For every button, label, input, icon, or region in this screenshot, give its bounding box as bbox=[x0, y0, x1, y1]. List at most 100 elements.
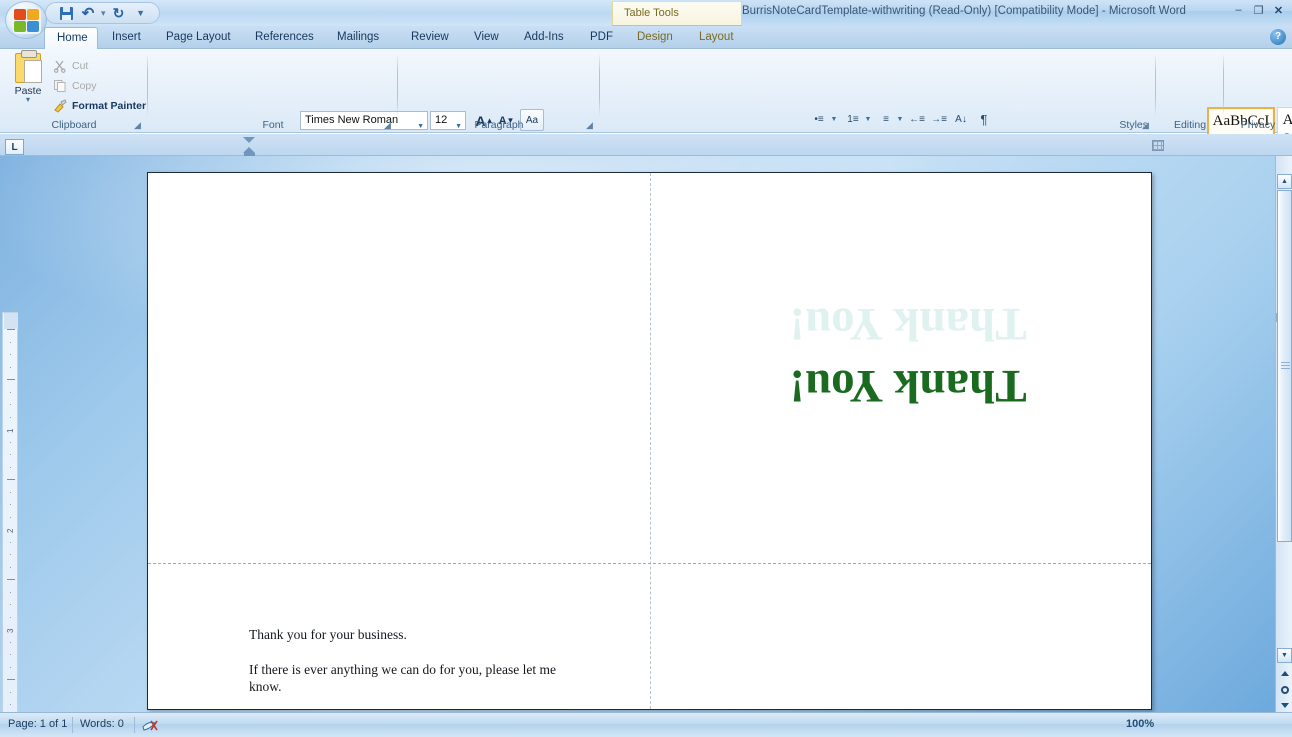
ribbon-group-editing: Find ▾ abac Replace Select ▾ Editing bbox=[1156, 49, 1224, 133]
vruler-dot bbox=[10, 654, 11, 655]
vruler-tick bbox=[7, 579, 15, 580]
clipboard-dialog-launcher[interactable]: ◢ bbox=[134, 120, 145, 131]
format-painter-button[interactable]: Format Painter bbox=[50, 97, 146, 114]
thank-you-heading[interactable]: Thank You! bbox=[708, 359, 1108, 413]
copy-button[interactable]: Copy bbox=[50, 77, 97, 94]
ribbon: Paste ▾ Cut Copy Format Painter Clipboar… bbox=[0, 49, 1292, 157]
restore-button[interactable]: ❐ bbox=[1250, 3, 1267, 17]
window-title: BurrisNoteCardTemplate-withwriting (Read… bbox=[742, 5, 1186, 17]
previous-page-button[interactable] bbox=[1277, 666, 1292, 681]
vruler-dot bbox=[10, 604, 11, 605]
tab-design[interactable]: Design bbox=[625, 26, 685, 49]
copy-icon bbox=[53, 79, 67, 93]
vruler-dot bbox=[10, 516, 11, 518]
undo-icon[interactable]: ↶ bbox=[78, 4, 98, 22]
scissors-icon bbox=[53, 59, 67, 73]
vertical-ruler[interactable]: 12345 bbox=[2, 312, 18, 737]
vruler-dot bbox=[10, 554, 11, 555]
font-dialog-launcher[interactable]: ◢ bbox=[384, 120, 395, 131]
vruler-dot bbox=[10, 366, 11, 368]
select-browse-object-button[interactable] bbox=[1277, 682, 1292, 697]
save-icon[interactable] bbox=[56, 4, 76, 22]
word-application-window: Table Tools BurrisNoteCardTemplate-withw… bbox=[0, 0, 1292, 737]
vruler-number: 2 bbox=[6, 528, 15, 533]
clipboard-icon bbox=[15, 50, 42, 83]
vruler-tick bbox=[7, 379, 15, 380]
vruler-dot bbox=[10, 491, 11, 493]
styles-dialog-launcher[interactable]: ◢ bbox=[1142, 120, 1153, 131]
office-button[interactable] bbox=[5, 1, 47, 39]
table-gridline-vertical bbox=[650, 173, 651, 709]
vruler-tick bbox=[7, 479, 15, 480]
table-gridlines-icon[interactable] bbox=[1152, 140, 1164, 151]
vruler-dot bbox=[10, 691, 11, 693]
next-page-button[interactable] bbox=[1277, 698, 1292, 713]
vruler-tick bbox=[7, 329, 15, 330]
format-painter-label: Format Painter bbox=[72, 99, 147, 112]
message-paragraph-2: If there is ever anything we can do for … bbox=[249, 662, 557, 694]
tab-pdf[interactable]: PDF bbox=[578, 26, 625, 49]
vruler-number: 3 bbox=[6, 628, 15, 633]
vruler-dot bbox=[10, 354, 11, 355]
proofing-errors-icon[interactable] bbox=[141, 718, 159, 734]
vruler-dot bbox=[10, 391, 11, 393]
vruler-dot bbox=[10, 541, 11, 543]
tab-insert[interactable]: Insert bbox=[100, 26, 153, 49]
page-indicator[interactable]: Page: 1 of 1 bbox=[8, 718, 67, 730]
word-count[interactable]: Words: 0 bbox=[80, 718, 124, 730]
vruler-dot bbox=[10, 666, 11, 668]
vruler-top-margin bbox=[4, 313, 18, 329]
vruler-dot bbox=[10, 441, 11, 443]
scroll-down-button[interactable]: ▼ bbox=[1277, 648, 1292, 663]
minimize-button[interactable]: – bbox=[1230, 3, 1247, 17]
contextual-tab-label: Table Tools bbox=[624, 7, 679, 19]
vruler-dot bbox=[10, 566, 11, 568]
scrollbar-thumb[interactable] bbox=[1277, 190, 1292, 542]
vruler-dot bbox=[10, 341, 11, 343]
customize-qat-icon[interactable]: ▼ bbox=[131, 4, 151, 22]
zoom-level[interactable]: 100% bbox=[1126, 718, 1154, 730]
vruler-dot bbox=[10, 466, 11, 468]
editing-group-label: Editing bbox=[1173, 119, 1207, 131]
message-block[interactable]: Thank you for your business. If there is… bbox=[249, 626, 579, 695]
close-button[interactable]: ✕ bbox=[1270, 3, 1287, 17]
paste-dropdown-icon[interactable]: ▾ bbox=[10, 96, 46, 104]
thank-you-ghost-text: Thank You! bbox=[789, 298, 1027, 350]
scroll-up-button[interactable]: ▲ bbox=[1277, 174, 1292, 189]
vruler-dot bbox=[10, 404, 11, 405]
contextual-tab-banner: Table Tools bbox=[612, 1, 742, 26]
vruler-dot bbox=[10, 704, 11, 705]
tab-view[interactable]: View bbox=[462, 26, 511, 49]
help-icon[interactable]: ? bbox=[1270, 29, 1286, 45]
table-gridline-horizontal bbox=[148, 563, 1151, 564]
cut-button[interactable]: Cut bbox=[50, 57, 88, 74]
paste-button[interactable]: Paste ▾ bbox=[10, 50, 46, 115]
tab-review[interactable]: Review bbox=[399, 26, 461, 49]
undo-dropdown-icon[interactable]: ▾ bbox=[100, 8, 107, 19]
status-filler bbox=[168, 718, 1028, 734]
copy-label: Copy bbox=[72, 79, 97, 92]
tab-add-ins[interactable]: Add-Ins bbox=[512, 26, 576, 49]
status-bar: Page: 1 of 1 Words: 0 ▤ ◫ ▣ ≣ ≡ 100% − + bbox=[0, 712, 1292, 737]
vruler-dot bbox=[10, 454, 11, 455]
tab-references[interactable]: References bbox=[243, 26, 326, 49]
tab-home[interactable]: Home bbox=[44, 27, 98, 49]
tab-page-layout[interactable]: Page Layout bbox=[154, 26, 243, 49]
ribbon-group-paragraph: •≡ ▼ 1≡ ▼ ≡ ▼ ←≡ →≡ A↓ ¶ ≡ ≡ ≡ ≡ ↕≡ ▼ □ … bbox=[398, 49, 995, 157]
horizontal-ruler[interactable]: 123456789 bbox=[0, 134, 1292, 287]
tab-layout[interactable]: Layout bbox=[687, 26, 746, 49]
paragraph-dialog-launcher[interactable]: ◢ bbox=[586, 120, 597, 131]
document-page[interactable]: Thank You! Thank You! Thank you for your… bbox=[147, 172, 1152, 710]
first-line-indent-marker[interactable] bbox=[243, 137, 255, 143]
tab-selector-button[interactable]: L bbox=[5, 139, 24, 155]
vruler-tick bbox=[7, 679, 15, 680]
tab-mailings[interactable]: Mailings bbox=[325, 26, 391, 49]
office-logo-icon bbox=[13, 8, 41, 34]
font-group-label: Font bbox=[262, 119, 284, 131]
vruler-number: 1 bbox=[6, 428, 15, 433]
message-paragraph-1: Thank you for your business. bbox=[249, 627, 407, 642]
vertical-scrollbar[interactable]: ▲ ▼ bbox=[1275, 156, 1292, 712]
vruler-dot bbox=[10, 591, 11, 593]
redo-icon[interactable]: ↻ bbox=[109, 4, 129, 22]
paintbrush-icon bbox=[53, 98, 67, 113]
